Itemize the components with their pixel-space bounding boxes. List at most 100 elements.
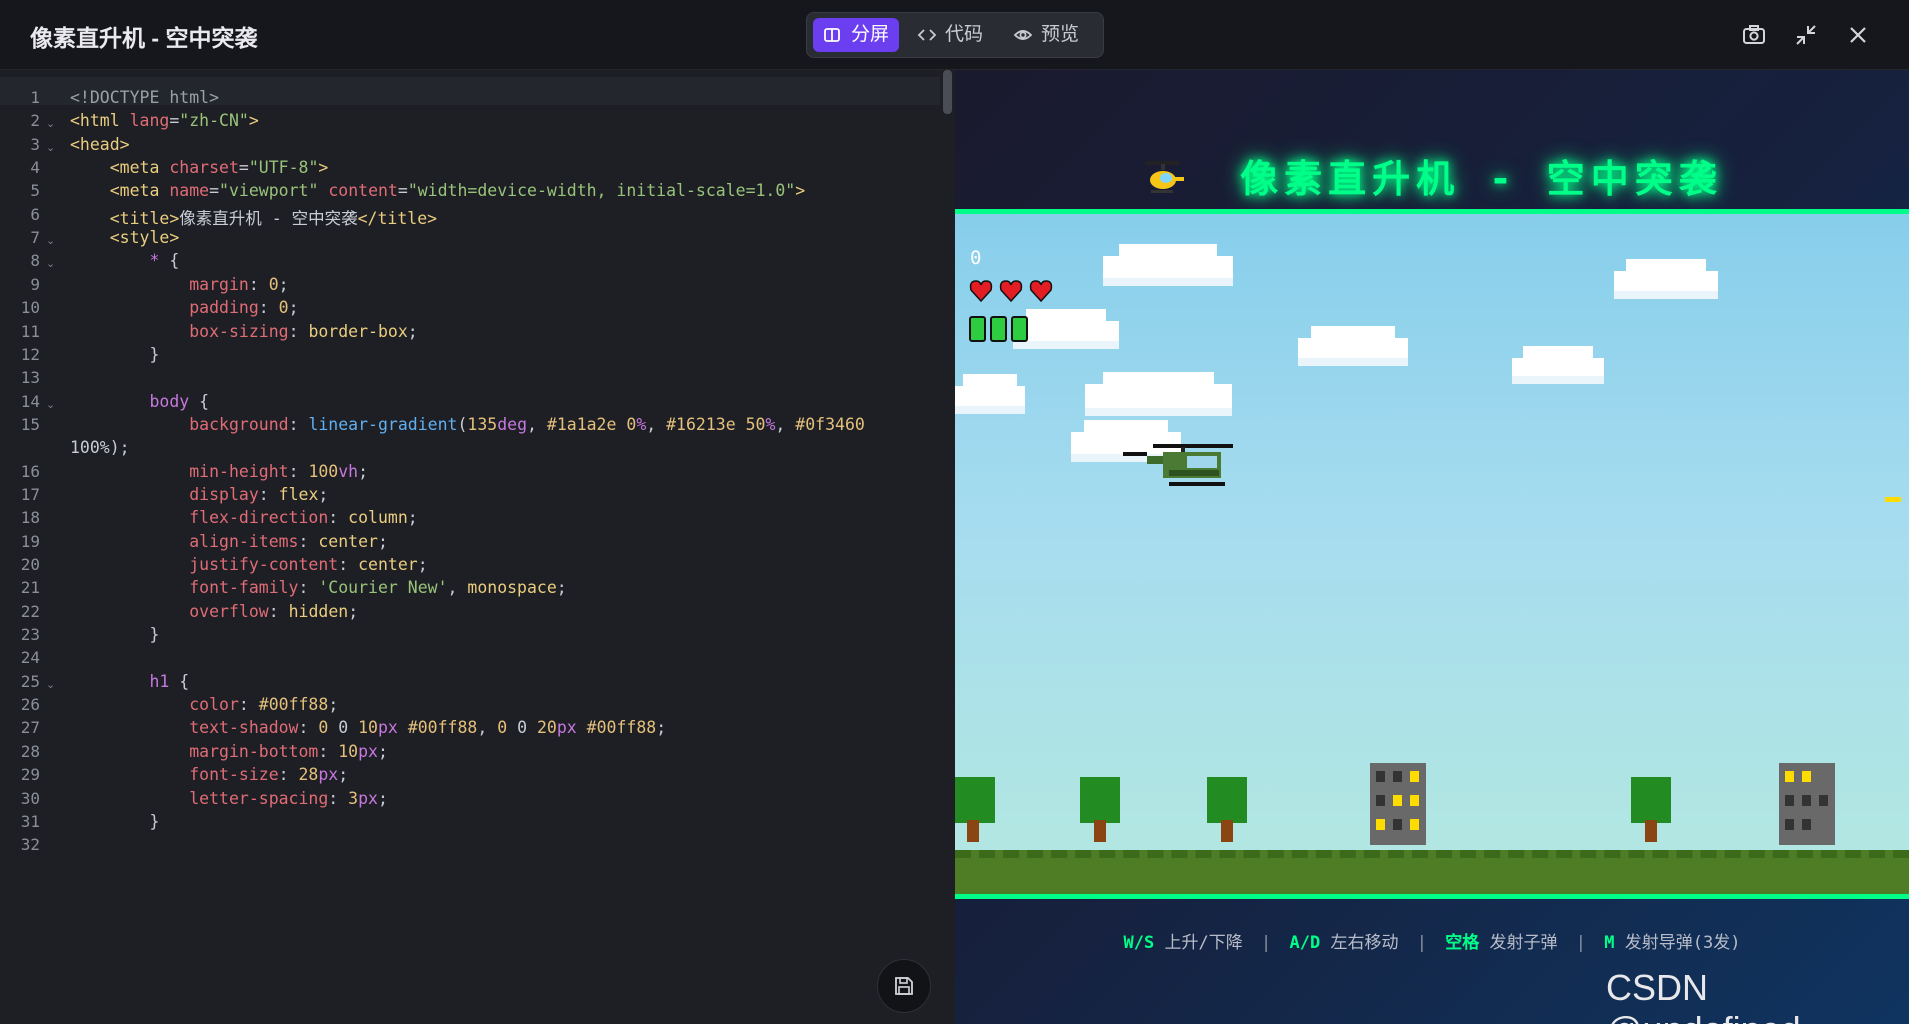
code-line[interactable]: h1 { [70, 672, 189, 691]
eye-icon [1013, 30, 1033, 40]
code-line[interactable]: } [70, 625, 159, 644]
code-line[interactable]: letter-spacing: 3px; [70, 789, 388, 808]
code-line[interactable]: margin: 0; [70, 275, 288, 294]
line-number: 5 [30, 181, 40, 201]
split-mode-button[interactable]: 分屏 [813, 18, 900, 52]
preview-mode-button[interactable]: 预览 [1003, 18, 1089, 52]
code-line[interactable]: flex-direction: column; [70, 508, 418, 527]
cloud [1614, 259, 1718, 299]
code-line[interactable]: background: linear-gradient(135deg, #1a1… [70, 415, 865, 434]
code-editor[interactable]: 1 2 ⌄ 3 ⌄ 4 5 6 7 ⌄ 8 ⌄ 9 10 11 12 13 14 ⌄ 15 16 17 18 19 20 21 22… [0, 70, 955, 1024]
title-bar: 像素直升机 - 空中突袭 分屏 代码 预览 [0, 0, 1909, 70]
fold-chevron-icon[interactable]: ⌄ [46, 678, 55, 691]
building [1370, 763, 1426, 845]
code-line[interactable]: <!DOCTYPE html> [70, 88, 219, 107]
control-key: 空格 [1445, 933, 1480, 953]
heart-icon [1029, 280, 1053, 303]
code-line[interactable]: body { [70, 392, 209, 411]
line-number: 15 [20, 414, 40, 434]
code-line[interactable]: justify-content: center; [70, 555, 427, 574]
code-icon [917, 29, 937, 41]
line-number: 11 [20, 321, 40, 341]
line-number: 17 [20, 484, 40, 504]
code-line[interactable]: margin-bottom: 10px; [70, 742, 388, 761]
player-helicopter [1123, 444, 1233, 486]
code-line[interactable]: * { [70, 251, 179, 270]
game-title-text: 像素直升机 - 空中突袭 [1240, 157, 1723, 201]
code-line[interactable]: <meta charset="UTF-8"> [70, 158, 329, 177]
code-line[interactable]: <head> [70, 135, 130, 154]
heart-icon [969, 280, 993, 303]
control-desc: 发射子弹 [1489, 933, 1558, 953]
code-line[interactable]: font-family: 'Courier New', monospace; [70, 578, 567, 597]
camera-icon[interactable] [1741, 22, 1767, 48]
heart-icon [999, 280, 1023, 303]
code-line[interactable]: min-height: 100vh; [70, 462, 368, 481]
code-line[interactable]: <html lang="zh-CN"> [70, 111, 259, 130]
line-number: 10 [20, 298, 40, 318]
line-number: 27 [20, 718, 40, 738]
controls-hint: W/S 上升/下降 | A/D 左右移动 | 空格 发射子弹 | M 发射导弹(… [955, 928, 1909, 953]
line-number: 9 [30, 274, 40, 294]
line-number: 14 [20, 391, 40, 411]
code-line[interactable]: overflow: hidden; [70, 602, 358, 621]
fold-chevron-icon[interactable]: ⌄ [46, 234, 55, 247]
game-canvas[interactable]: 0 [955, 209, 1909, 899]
tree [1631, 777, 1671, 823]
line-number: 23 [20, 625, 40, 645]
missile-battery-icon [969, 316, 986, 342]
code-line[interactable]: } [70, 812, 159, 831]
line-number: 18 [20, 508, 40, 528]
line-number: 4 [30, 158, 40, 178]
code-line[interactable]: <meta name="viewport" content="width=dev… [70, 181, 805, 200]
cloud [1085, 372, 1232, 416]
cloud [1512, 346, 1604, 384]
code-line[interactable]: align-items: center; [70, 532, 388, 551]
score-display: 0 [970, 247, 982, 269]
line-number: 20 [20, 555, 40, 574]
control-desc: 上升/下降 [1164, 933, 1243, 953]
line-number: 6 [30, 204, 40, 224]
line-number: 8 [30, 251, 40, 271]
code-mode-button[interactable]: 代码 [907, 18, 993, 52]
code-line[interactable]: <title>像素直升机 - 空中突袭</title> [70, 205, 437, 229]
code-line[interactable]: padding: 0; [70, 298, 298, 317]
code-mode-label: 代码 [945, 24, 984, 45]
save-button[interactable] [877, 959, 931, 1013]
line-number: 2 [30, 111, 40, 131]
fold-chevron-icon[interactable]: ⌄ [46, 257, 55, 270]
code-line[interactable]: } [70, 345, 159, 364]
enemy-bullet [1885, 497, 1901, 502]
line-number: 28 [20, 741, 40, 761]
line-number: 22 [20, 601, 40, 621]
code-line[interactable]: text-shadow: 0 0 10px #00ff88, 0 0 20px … [70, 718, 666, 737]
building [1779, 763, 1835, 845]
line-number: 13 [20, 368, 40, 388]
code-line[interactable]: 100%); [70, 438, 130, 457]
line-number: 16 [20, 461, 40, 481]
editor-scrollbar[interactable] [943, 70, 952, 114]
fold-chevron-icon[interactable]: ⌄ [46, 398, 55, 411]
game-title: 像素直升机 - 空中突袭 [955, 148, 1909, 203]
missile-display [969, 316, 1028, 342]
code-line[interactable]: <style> [70, 228, 180, 247]
ground [955, 850, 1909, 894]
preview-pane: 像素直升机 - 空中突袭 0 W/S 上升/下降 | A/D 左右移动 | 空格… [955, 70, 1909, 1024]
close-icon[interactable] [1845, 22, 1871, 48]
code-line[interactable]: display: flex; [70, 485, 328, 504]
fold-chevron-icon[interactable]: ⌄ [46, 117, 55, 130]
line-number: 30 [20, 788, 40, 808]
code-line[interactable]: font-size: 28px; [70, 765, 348, 784]
tree-trunk [1645, 820, 1657, 842]
line-number: 19 [20, 531, 40, 551]
line-number: 26 [20, 695, 40, 715]
code-line[interactable]: color: #00ff88; [70, 695, 338, 714]
code-line[interactable]: box-sizing: border-box; [70, 322, 418, 341]
fold-chevron-icon[interactable]: ⌄ [46, 141, 55, 154]
missile-battery-icon [990, 316, 1007, 342]
line-number: 31 [20, 811, 40, 831]
line-number: 21 [20, 578, 40, 598]
minimize-icon[interactable] [1793, 22, 1819, 48]
cloud [955, 374, 1025, 414]
line-number: 32 [20, 835, 40, 855]
